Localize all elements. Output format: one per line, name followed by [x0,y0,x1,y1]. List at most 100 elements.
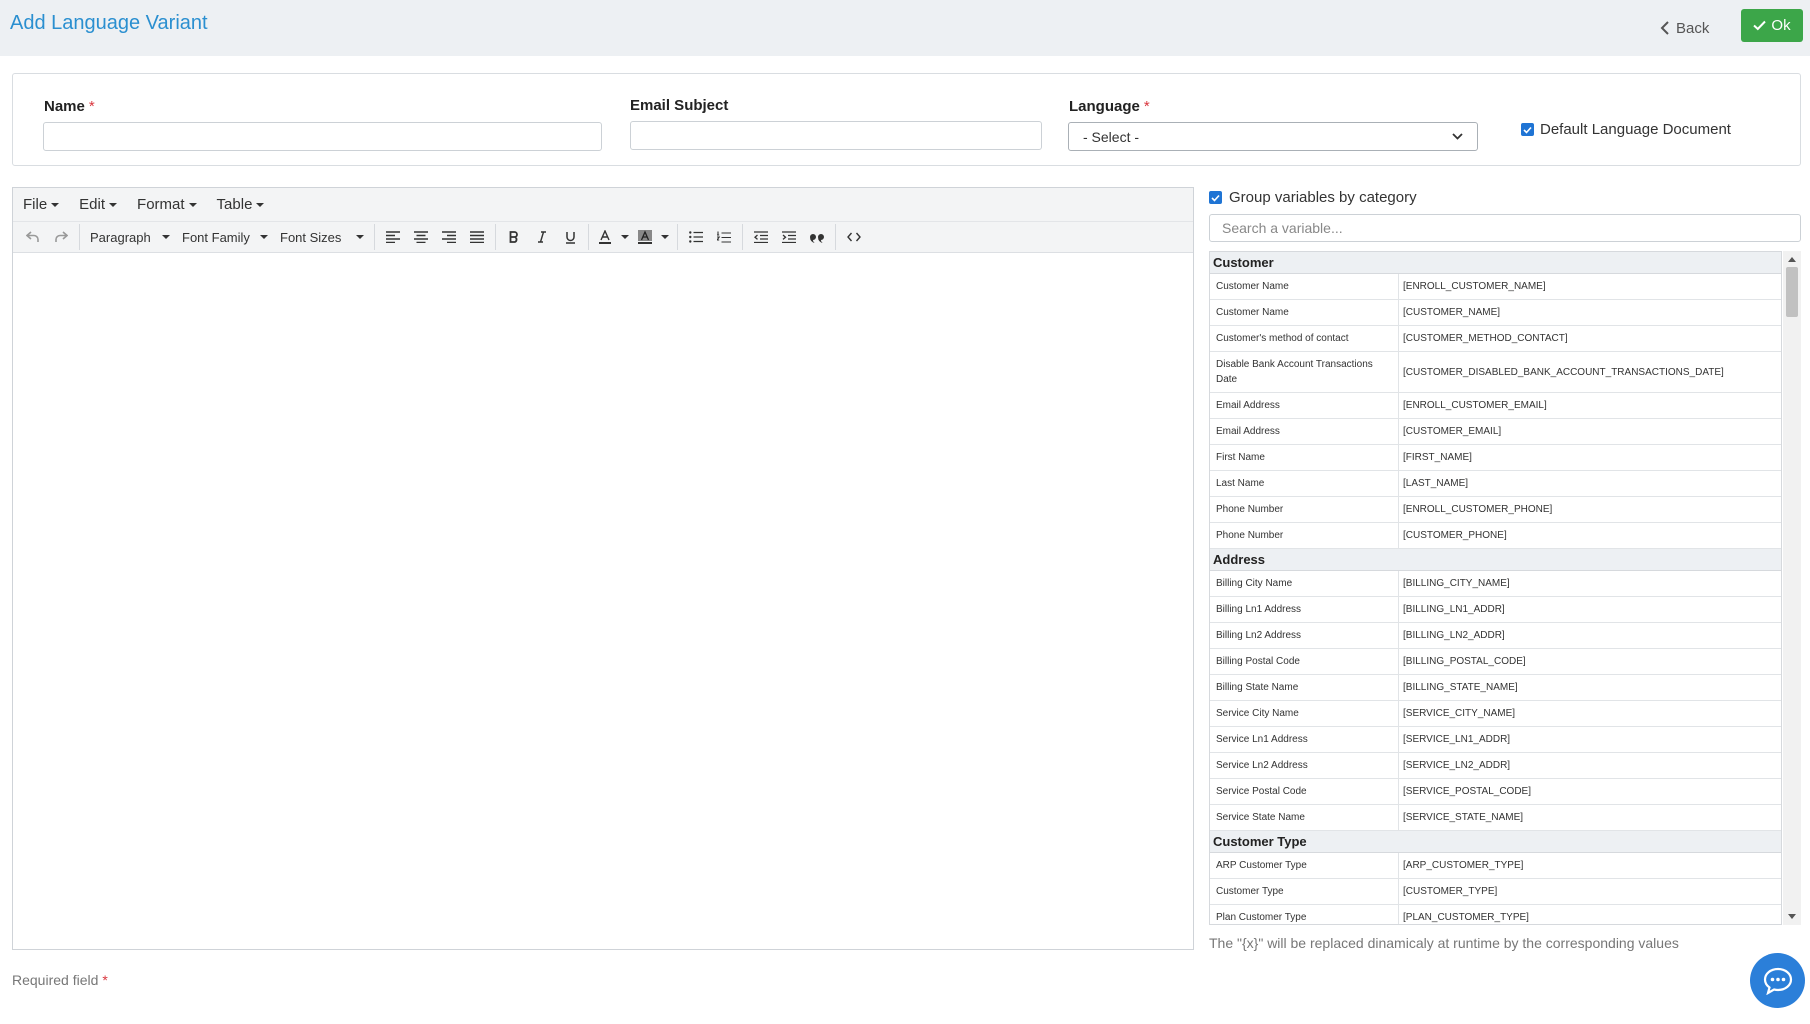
variable-label: ARP Customer Type [1210,853,1399,878]
variable-row[interactable]: Email Address [CUSTOMER_EMAIL] [1210,419,1781,445]
variable-row[interactable]: Email Address [ENROLL_CUSTOMER_EMAIL] [1210,393,1781,419]
variable-label: First Name [1210,445,1399,470]
numbered-list-button[interactable] [710,224,738,250]
email-subject-input[interactable] [630,121,1042,150]
variable-token: [CUSTOMER_DISABLED_BANK_ACCOUNT_TRANSACT… [1403,366,1724,378]
text-color-icon [599,230,611,244]
variable-row[interactable]: Phone Number [CUSTOMER_PHONE] [1210,523,1781,549]
variable-label: Service Ln1 Address [1210,727,1399,752]
background-color-button[interactable] [633,224,657,250]
font-sizes-dropdown[interactable]: Font Sizes [274,224,370,250]
variable-row[interactable]: Customer Name [ENROLL_CUSTOMER_NAME] [1210,274,1781,300]
source-code-button[interactable] [840,224,868,250]
scrollbar-thumb[interactable] [1786,267,1798,317]
toolbar-divider [79,224,80,250]
menu-table[interactable]: Table [217,196,265,213]
indent-button[interactable] [775,224,803,250]
italic-button[interactable] [528,224,556,250]
group-by-category[interactable]: Group variables by category [1209,189,1417,206]
caret-down-icon [51,202,60,207]
variable-token: [ENROLL_CUSTOMER_NAME] [1403,281,1546,292]
default-doc-checkbox[interactable] [1521,123,1534,136]
variable-row[interactable]: ARP Customer Type [ARP_CUSTOMER_TYPE] [1210,853,1781,879]
variable-row[interactable]: Service State Name [SERVICE_STATE_NAME] [1210,805,1781,831]
align-center-button[interactable] [407,224,435,250]
variable-token: [ENROLL_CUSTOMER_PHONE] [1403,504,1553,515]
variable-search-input[interactable]: Search a variable... [1209,214,1801,242]
caret-down-icon [109,202,118,207]
text-color-button[interactable] [593,224,617,250]
variable-token: [SERVICE_LN1_ADDR] [1403,734,1511,745]
menu-format[interactable]: Format [137,196,197,213]
variable-row[interactable]: Customer Name [CUSTOMER_NAME] [1210,300,1781,326]
language-select[interactable]: - Select - [1068,122,1478,151]
bold-button[interactable] [500,224,528,250]
variable-row[interactable]: Plan Customer Type [PLAN_CUSTOMER_TYPE] [1210,905,1781,924]
numbered-list-icon [717,231,731,243]
check-icon [1211,194,1220,202]
variable-label: Customer's method of contact [1210,326,1399,351]
font-family-dropdown[interactable]: Font Family [176,224,274,250]
toolbar-divider [374,224,375,250]
group-by-category-checkbox[interactable] [1209,191,1222,204]
variable-token: [CUSTOMER_PHONE] [1403,530,1507,541]
background-color-icon [638,230,652,244]
variable-row[interactable]: Last Name [LAST_NAME] [1210,471,1781,497]
category-header: Customer [1210,252,1781,274]
variable-row[interactable]: Customer's method of contact [CUSTOMER_ME… [1210,326,1781,352]
variable-row[interactable]: Service City Name [SERVICE_CITY_NAME] [1210,701,1781,727]
variable-row[interactable]: Billing Ln2 Address [BILLING_LN2_ADDR] [1210,623,1781,649]
chevron-down-icon [1452,133,1463,140]
outdent-button[interactable] [747,224,775,250]
bullet-list-button[interactable] [682,224,710,250]
variable-token: [SERVICE_LN2_ADDR] [1403,760,1511,771]
email-subject-label: Email Subject [630,97,729,114]
variable-row[interactable]: Service Ln1 Address [SERVICE_LN1_ADDR] [1210,727,1781,753]
back-button[interactable]: Back [1660,13,1709,43]
caret-down-icon [260,235,268,239]
menu-edit[interactable]: Edit [79,196,118,213]
scroll-up-arrow-icon[interactable] [1788,257,1796,262]
default-language-document[interactable]: Default Language Document [1521,121,1731,138]
redo-button[interactable] [47,224,75,250]
variable-row[interactable]: Phone Number [ENROLL_CUSTOMER_PHONE] [1210,497,1781,523]
editor-menubar: File Edit Format Table [13,188,1193,222]
scroll-down-arrow-icon[interactable] [1788,914,1796,919]
name-input[interactable] [43,122,602,151]
menu-file[interactable]: File [23,196,60,213]
font-sizes-label: Font Sizes [280,229,342,245]
variable-row[interactable]: Customer Type [CUSTOMER_TYPE] [1210,879,1781,905]
align-left-button[interactable] [379,224,407,250]
text-color-dropdown[interactable] [617,224,633,250]
variables-scrollbar[interactable] [1783,251,1801,925]
toolbar-divider [588,224,589,250]
name-label-text: Name [44,98,85,115]
variable-row[interactable]: Billing Ln1 Address [BILLING_LN1_ADDR] [1210,597,1781,623]
required-field-note: Required field * [12,972,108,988]
variable-row[interactable]: Billing City Name [BILLING_CITY_NAME] [1210,571,1781,597]
editor-content-area[interactable] [13,254,1193,949]
underline-icon [565,231,575,244]
variable-row[interactable]: Billing Postal Code [BILLING_POSTAL_CODE] [1210,649,1781,675]
outdent-icon [754,231,768,243]
variable-row[interactable]: First Name [FIRST_NAME] [1210,445,1781,471]
variable-label: Service State Name [1210,805,1399,830]
variable-row[interactable]: Disable Bank Account Transactions Date [C… [1210,352,1781,393]
underline-button[interactable] [556,224,584,250]
font-family-label: Font Family [182,229,250,245]
background-color-dropdown[interactable] [657,224,673,250]
undo-button[interactable] [19,224,47,250]
variable-token: [CUSTOMER_METHOD_CONTACT] [1403,333,1568,344]
blockquote-button[interactable] [803,224,831,250]
ok-button[interactable]: Ok [1741,9,1803,42]
align-justify-button[interactable] [463,224,491,250]
variable-row[interactable]: Service Postal Code [SERVICE_POSTAL_CODE] [1210,779,1781,805]
chat-button[interactable] [1750,953,1805,1008]
toolbar-divider [677,224,678,250]
align-right-button[interactable] [435,224,463,250]
variable-row[interactable]: Service Ln2 Address [SERVICE_LN2_ADDR] [1210,753,1781,779]
ok-button-label: Ok [1771,17,1791,34]
variable-token: [FIRST_NAME] [1403,452,1472,463]
variable-row[interactable]: Billing State Name [BILLING_STATE_NAME] [1210,675,1781,701]
paragraph-dropdown[interactable]: Paragraph [84,224,176,250]
